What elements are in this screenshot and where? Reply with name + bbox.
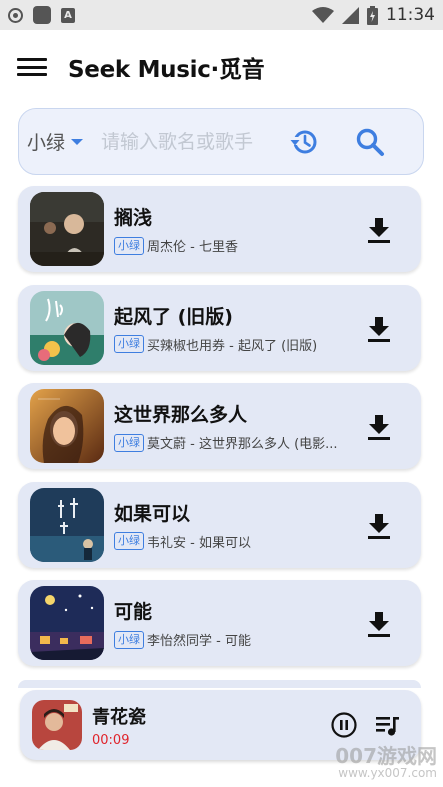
source-select[interactable]: 小绿 xyxy=(27,128,84,155)
sync-status-icon xyxy=(8,7,23,23)
watermark: 007游戏网 xyxy=(335,744,437,768)
album-cover xyxy=(30,487,104,562)
song-subtitle: 李怡然同学 - 可能 xyxy=(147,634,251,649)
source-badge: 小绿 xyxy=(114,630,144,649)
clock: 11:34 xyxy=(386,5,435,25)
wifi-icon xyxy=(312,6,334,23)
playback-time: 00:09 xyxy=(92,732,130,748)
download-icon[interactable] xyxy=(366,216,392,244)
app-title: Seek Music·觅音 xyxy=(68,57,265,83)
search-icon[interactable] xyxy=(355,127,385,157)
menu-icon-line xyxy=(17,65,47,69)
song-item[interactable]: 起风了 (旧版) 小绿 买辣椒也用券 - 起风了 (旧版) xyxy=(18,284,421,371)
song-item[interactable]: 这世界那么多人 小绿 莫文蔚 - 这世界那么多人 (电影... xyxy=(18,383,421,469)
source-label: 小绿 xyxy=(27,132,66,154)
battery-icon xyxy=(367,5,378,25)
app-bar: Seek Music·觅音 xyxy=(0,30,443,104)
history-icon[interactable] xyxy=(289,127,319,157)
album-cover xyxy=(30,192,104,266)
song-subtitle: 周杰伦 - 七里香 xyxy=(147,240,238,255)
download-icon[interactable] xyxy=(366,512,392,540)
song-item[interactable]: 可能 小绿 李怡然同学 - 可能 xyxy=(18,580,421,666)
now-playing-cover xyxy=(32,700,82,750)
song-subtitle: 莫文蔚 - 这世界那么多人 (电影... xyxy=(147,437,338,452)
song-list: 搁浅 小绿 周杰伦 - 七里香 起风了 (旧版) 小绿 买辣椒也用券 - 起风了… xyxy=(18,186,421,679)
song-subtitle: 韦礼安 - 如果可以 xyxy=(147,535,251,551)
source-badge: 小绿 xyxy=(114,433,144,452)
album-cover xyxy=(30,290,104,365)
source-badge: 小绿 xyxy=(114,532,144,550)
menu-icon-line xyxy=(17,73,47,76)
playlist-queue-icon[interactable] xyxy=(375,714,401,738)
text-notification-icon: A xyxy=(61,7,75,23)
menu-icon-line xyxy=(17,58,47,61)
source-badge: 小绿 xyxy=(114,335,144,353)
signal-icon xyxy=(342,6,359,24)
download-icon[interactable] xyxy=(366,610,392,638)
pause-icon[interactable] xyxy=(331,712,357,738)
song-item-partial xyxy=(18,680,421,688)
song-title: 可能 xyxy=(114,601,153,623)
app-notification-icon xyxy=(33,6,51,24)
song-title: 如果可以 xyxy=(114,502,191,525)
now-playing-title: 青花瓷 xyxy=(92,706,146,728)
song-title: 这世界那么多人 xyxy=(114,404,248,426)
search-input[interactable] xyxy=(101,130,282,153)
download-icon[interactable] xyxy=(366,315,392,343)
menu-button[interactable] xyxy=(17,55,47,79)
source-badge: 小绿 xyxy=(114,236,144,255)
song-title: 起风了 (旧版) xyxy=(114,305,233,328)
song-item[interactable]: 搁浅 小绿 周杰伦 - 七里香 xyxy=(18,186,421,272)
watermark-url: www.yx007.com xyxy=(338,766,437,780)
song-item[interactable]: 如果可以 小绿 韦礼安 - 如果可以 xyxy=(18,481,421,568)
dropdown-caret-icon xyxy=(71,138,84,145)
download-icon[interactable] xyxy=(366,413,392,441)
song-subtitle: 买辣椒也用券 - 起风了 (旧版) xyxy=(147,338,318,354)
album-cover xyxy=(30,586,104,660)
status-bar: A 11:34 xyxy=(0,0,443,30)
song-title: 搁浅 xyxy=(114,207,153,229)
album-cover xyxy=(30,389,104,463)
search-bar: 小绿 xyxy=(18,108,424,175)
